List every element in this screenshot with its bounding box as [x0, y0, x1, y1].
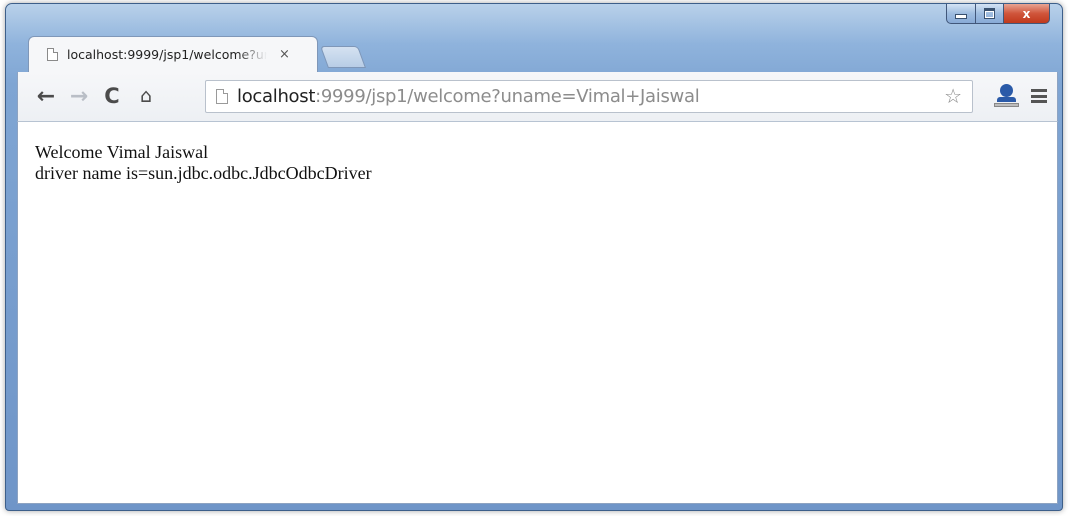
- driver-name-text: driver name is=sun.jdbc.odbc.JdbcOdbcDri…: [35, 163, 372, 183]
- page-info-icon[interactable]: [216, 89, 228, 104]
- url-text[interactable]: localhost:9999/jsp1/welcome?uname=Vimal+…: [237, 86, 700, 107]
- window-caption-buttons: x: [946, 4, 1050, 26]
- address-bar[interactable]: localhost:9999/jsp1/welcome?uname=Vimal+…: [205, 80, 973, 113]
- minimize-icon: [955, 14, 967, 19]
- maximize-icon: [984, 8, 995, 19]
- close-icon: x: [1022, 6, 1031, 21]
- hamburger-menu-icon[interactable]: [1031, 89, 1047, 103]
- url-host: localhost: [237, 86, 316, 107]
- back-button[interactable]: ←: [34, 84, 58, 109]
- welcome-message: Welcome Vimal Jaiswal: [35, 142, 209, 162]
- browser-toolbar: ← → C ⌂ localhost:9999/jsp1/welcome?unam…: [17, 72, 1058, 122]
- page-icon: [47, 48, 58, 61]
- bookmark-star-icon[interactable]: ☆: [944, 84, 962, 108]
- close-window-button[interactable]: x: [1004, 4, 1050, 24]
- tab-close-icon[interactable]: ×: [279, 47, 290, 62]
- tab-strip: localhost:9999/jsp1/welcome?uname=Vimal+…: [28, 36, 628, 72]
- home-button[interactable]: ⌂: [134, 84, 158, 108]
- maximize-button[interactable]: [976, 4, 1004, 24]
- new-tab-button[interactable]: [319, 46, 367, 68]
- tab-title: localhost:9999/jsp1/welcome?uname=Vimal+…: [67, 47, 267, 62]
- tab-active[interactable]: localhost:9999/jsp1/welcome?uname=Vimal+…: [28, 36, 318, 72]
- page-content: Welcome Vimal Jaiswal driver name is=sun…: [17, 122, 1058, 504]
- url-path: :9999/jsp1/welcome?uname=Vimal+Jaiswal: [315, 86, 700, 107]
- reload-button[interactable]: C: [100, 84, 124, 108]
- minimize-button[interactable]: [946, 4, 976, 24]
- forward-button[interactable]: →: [67, 84, 91, 109]
- user-badge-icon[interactable]: [994, 82, 1020, 110]
